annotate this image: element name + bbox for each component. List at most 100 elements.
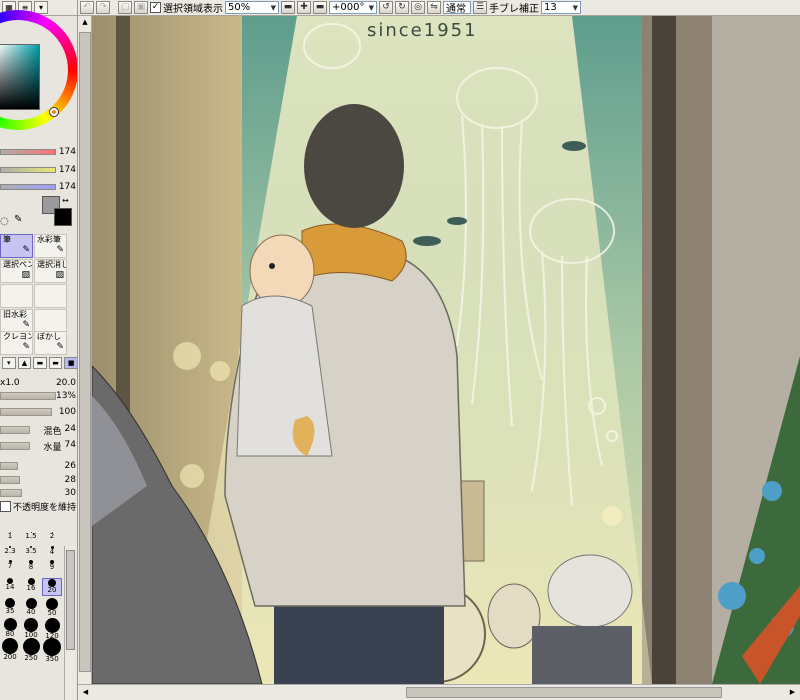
tool-empty-2[interactable] bbox=[34, 284, 67, 308]
zoom-reset-icon[interactable]: ▬ bbox=[313, 1, 327, 14]
shape-round-icon[interactable]: ▬ bbox=[33, 357, 47, 369]
tool-brush[interactable]: 筆 ✎ bbox=[0, 234, 33, 258]
brush-size-label: 200 bbox=[3, 653, 17, 661]
stabilizer-select[interactable]: 13 ▼ bbox=[541, 1, 581, 14]
brush-size-label: 2.3 bbox=[4, 547, 16, 555]
tool-brush-label: 筆 bbox=[3, 235, 11, 244]
horizontal-scrollbar[interactable]: ◀ ▶ bbox=[78, 684, 800, 700]
brush-size-250[interactable]: 250 bbox=[21, 638, 41, 662]
bokeh-1 bbox=[173, 342, 201, 370]
blur-row[interactable]: 30 bbox=[0, 487, 77, 499]
rotation-value: +000° bbox=[332, 2, 365, 13]
persistence-row[interactable]: 28 bbox=[0, 474, 77, 486]
brush-size-200[interactable]: 200 bbox=[0, 638, 20, 661]
brush-size-label: 35 bbox=[5, 607, 15, 615]
shape-hard-icon[interactable]: ■ bbox=[64, 357, 77, 369]
brush-size-label: 250 bbox=[24, 654, 38, 662]
brush-size-14[interactable]: 14 bbox=[0, 578, 20, 596]
artwork-canvas[interactable]: since1951 bbox=[92, 16, 800, 684]
brush-size-9[interactable]: 9 bbox=[42, 560, 62, 578]
rotate-reset-icon[interactable]: ◎ bbox=[411, 1, 425, 14]
vertical-scroll-thumb[interactable] bbox=[79, 32, 91, 672]
brush-size-16[interactable]: 16 bbox=[21, 578, 41, 596]
horizontal-scroll-thumb[interactable] bbox=[406, 687, 722, 698]
invert-selection-icon[interactable]: ▣ bbox=[134, 1, 148, 14]
rotate-right-icon[interactable]: ↻ bbox=[395, 1, 409, 14]
brush-size-50[interactable]: 50 bbox=[42, 598, 62, 617]
tool-blur-label: ぼかし bbox=[37, 332, 61, 341]
swap-colors-icon[interactable]: ↔ bbox=[62, 196, 69, 205]
blend-mode-select[interactable]: 通常 bbox=[443, 1, 471, 15]
rotate-left-icon[interactable]: ↺ bbox=[379, 1, 393, 14]
rotation-select[interactable]: +000° ▼ bbox=[329, 1, 377, 14]
tool-empty-1[interactable] bbox=[0, 284, 33, 308]
tool-select-eraser[interactable]: 選択消し ▨ bbox=[34, 259, 67, 283]
deselect-icon[interactable]: ▢ bbox=[118, 1, 132, 14]
child-white-hat bbox=[547, 554, 633, 628]
size-multiplier[interactable]: x1.0 bbox=[0, 378, 20, 388]
ornament-1 bbox=[762, 481, 782, 501]
keep-opacity-box[interactable] bbox=[0, 500, 11, 512]
flip-horizontal-icon[interactable]: ⇋ bbox=[427, 1, 441, 14]
scroll-right-icon[interactable]: ▶ bbox=[787, 687, 798, 698]
brush-size-35[interactable]: 35 bbox=[0, 598, 20, 616]
shape-soft-icon[interactable]: ▬ bbox=[48, 357, 63, 369]
fish-1 bbox=[562, 141, 586, 151]
brush-size-80[interactable]: 80 bbox=[0, 618, 20, 638]
shape-dropdown-icon[interactable]: ▾ bbox=[2, 357, 16, 369]
zoom-select[interactable]: 50% ▼ bbox=[225, 1, 279, 14]
scroll-left-icon[interactable]: ◀ bbox=[80, 687, 91, 698]
select-pen-icon: ▨ bbox=[21, 270, 30, 280]
saturation-value-square[interactable] bbox=[0, 44, 40, 110]
shape-flat-icon[interactable]: ▲ bbox=[17, 357, 32, 369]
color-extend-value: 26 bbox=[64, 461, 76, 471]
tool-blur[interactable]: ぼかし ✎ bbox=[34, 331, 67, 355]
zoom-in-icon[interactable]: ✚ bbox=[297, 1, 311, 14]
green-slider[interactable]: 174 bbox=[0, 164, 77, 175]
brush-size-120[interactable]: 120 bbox=[42, 618, 62, 640]
min-size-row[interactable]: 13% bbox=[0, 390, 77, 402]
bokeh-3 bbox=[180, 464, 204, 488]
zoom-value: 50% bbox=[228, 2, 251, 13]
size-value: 20.0 bbox=[55, 378, 76, 388]
background-color-box[interactable] bbox=[54, 208, 72, 226]
redo-icon[interactable]: ↷ bbox=[96, 1, 110, 14]
watercolor-brush-icon: ✎ bbox=[56, 245, 64, 255]
tool-empty-3[interactable] bbox=[34, 309, 67, 333]
brush-size-row[interactable]: x1.0 20.0 bbox=[0, 377, 77, 389]
color-extend-row[interactable]: 26 bbox=[0, 460, 77, 472]
tool-crayon[interactable]: クレヨン ✎ bbox=[0, 331, 33, 355]
brush-size-20[interactable]: 20 bbox=[42, 578, 62, 596]
tool-select-pen[interactable]: 選択ペン ▨ bbox=[0, 259, 33, 283]
brush-size-350[interactable]: 350 bbox=[42, 638, 62, 663]
right-pillar bbox=[652, 16, 676, 684]
undo-icon[interactable]: ↶ bbox=[80, 1, 94, 14]
scroll-up-icon[interactable]: ▲ bbox=[79, 18, 91, 30]
brush-size-7[interactable]: 7 bbox=[0, 560, 20, 578]
brush-size-8[interactable]: 8 bbox=[21, 560, 41, 578]
fish-3 bbox=[447, 217, 467, 225]
blend-label: 混色 bbox=[43, 426, 62, 437]
density-row[interactable]: 100 bbox=[0, 406, 77, 418]
brush-size-scrollbar[interactable] bbox=[64, 546, 76, 700]
eyedropper-icon[interactable]: ✎ bbox=[14, 214, 22, 225]
show-selection-toggle[interactable]: ✓ 選択領域表示 bbox=[150, 0, 223, 15]
blue-slider[interactable]: 174 bbox=[0, 181, 77, 192]
brush-size-100[interactable]: 100 bbox=[21, 618, 41, 639]
brush-size-label: 350 bbox=[45, 655, 59, 663]
keep-opacity-checkbox[interactable]: 不透明度を維持 bbox=[0, 500, 77, 513]
eraser-icon[interactable]: ◌ bbox=[0, 216, 9, 227]
tool-watercolor[interactable]: 水彩筆 ✎ bbox=[34, 234, 67, 258]
zoom-out-icon[interactable]: ▬ bbox=[281, 1, 295, 14]
tool-select-pen-label: 選択ペン bbox=[3, 260, 33, 269]
blend-row[interactable]: 混色 24 bbox=[0, 424, 77, 437]
water-row[interactable]: 水量 74 bbox=[0, 440, 77, 453]
tool-old-watercolor[interactable]: 旧水彩 ✎ bbox=[0, 309, 33, 333]
vertical-scrollbar[interactable]: ▲ bbox=[78, 16, 92, 684]
hue-marker[interactable] bbox=[50, 108, 58, 116]
blend-mode-menu-icon[interactable]: ☰ bbox=[473, 1, 487, 14]
brush-size-40[interactable]: 40 bbox=[21, 598, 41, 616]
red-slider[interactable]: 174 bbox=[0, 146, 77, 157]
show-selection-checkbox[interactable]: ✓ bbox=[150, 2, 161, 13]
brush-size-label: 9 bbox=[49, 563, 55, 571]
